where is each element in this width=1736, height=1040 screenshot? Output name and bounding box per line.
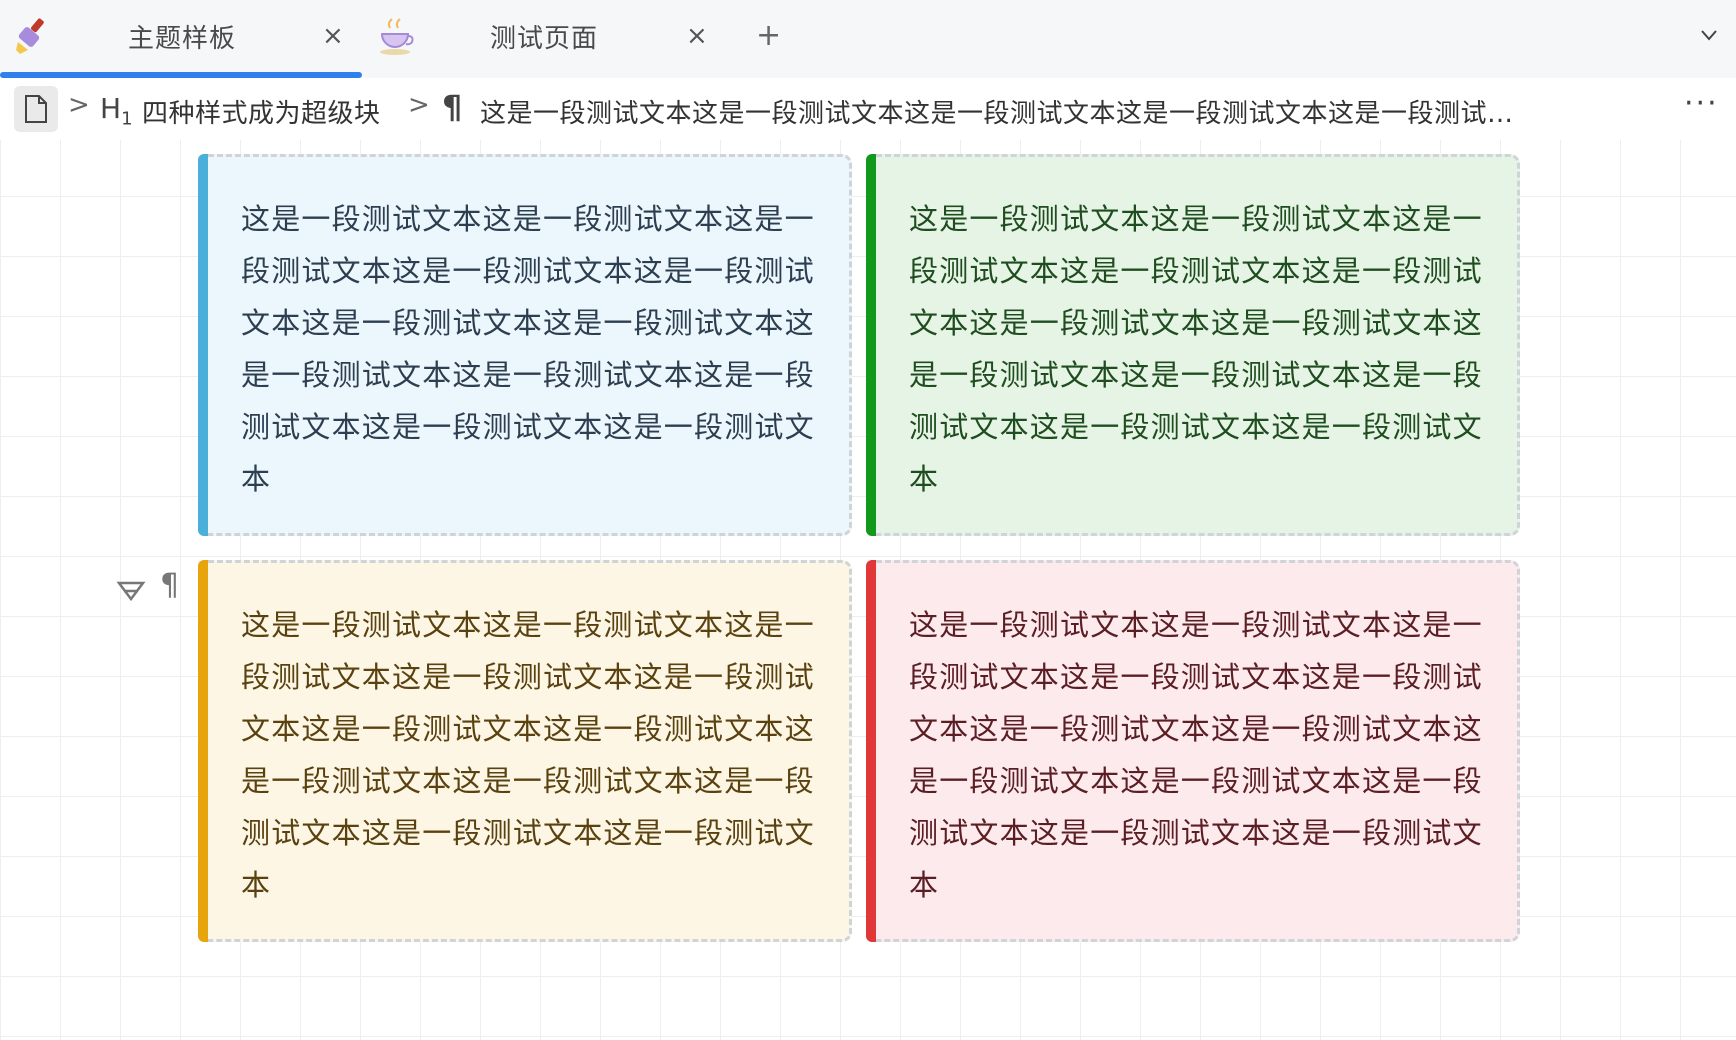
tab-test-page[interactable]: 测试页面 ×	[362, 0, 722, 78]
block-text[interactable]: 这是一段测试文本这是一段测试文本这是一段测试文本这是一段测试文本这是一段测试文本…	[241, 599, 819, 911]
document-button[interactable]	[14, 86, 58, 132]
chevron-down-icon[interactable]	[1698, 24, 1720, 46]
warning-callout-block[interactable]: 这是一段测试文本这是一段测试文本这是一段测试文本这是一段测试文本这是一段测试文本…	[198, 560, 852, 942]
tab-theme-sample[interactable]: 主题样板 ×	[0, 0, 362, 78]
breadcrumb: > H1 四种样式成为超级块 > ¶ 这是一段测试文本这是一段测试文本这是一段测…	[0, 78, 1736, 140]
block-text[interactable]: 这是一段测试文本这是一段测试文本这是一段测试文本这是一段测试文本这是一段测试文本…	[909, 193, 1487, 505]
breadcrumb-item-heading[interactable]: 四种样式成为超级块	[142, 93, 381, 130]
block-text[interactable]: 这是一段测试文本这是一段测试文本这是一段测试文本这是一段测试文本这是一段测试文本…	[909, 599, 1487, 911]
heading-marker: H1	[100, 92, 133, 130]
success-callout-block[interactable]: 这是一段测试文本这是一段测试文本这是一段测试文本这是一段测试文本这是一段测试文本…	[866, 154, 1520, 536]
teacup-icon	[376, 16, 416, 56]
error-callout-block[interactable]: 这是一段测试文本这是一段测试文本这是一段测试文本这是一段测试文本这是一段测试文本…	[866, 560, 1520, 942]
block-text[interactable]: 这是一段测试文本这是一段测试文本这是一段测试文本这是一段测试文本这是一段测试文本…	[241, 193, 819, 505]
paragraph-icon: ¶	[442, 88, 463, 126]
tab-close-button[interactable]: ×	[686, 20, 708, 52]
editor-canvas: ¶ 这是一段测试文本这是一段测试文本这是一段测试文本这是一段测试文本这是一段测试…	[0, 140, 1736, 1040]
breadcrumb-separator: >	[68, 90, 90, 120]
tab-title: 主题样板	[128, 24, 237, 54]
new-tab-button[interactable]: +	[756, 18, 781, 53]
super-block-icon[interactable]	[116, 578, 146, 613]
paragraph-icon[interactable]: ¶	[160, 568, 179, 603]
tab-bar: 主题样板 × 测试页面 × +	[0, 0, 1736, 78]
tab-title: 测试页面	[490, 24, 599, 54]
document-icon	[24, 94, 48, 128]
paintbrush-icon	[14, 16, 54, 56]
breadcrumb-separator: >	[408, 90, 430, 120]
breadcrumb-item-paragraph[interactable]: 这是一段测试文本这是一段测试文本这是一段测试文本这是一段测试文本这是一段测试…	[480, 93, 1514, 130]
info-callout-block[interactable]: 这是一段测试文本这是一段测试文本这是一段测试文本这是一段测试文本这是一段测试文本…	[198, 154, 852, 536]
tab-close-button[interactable]: ×	[322, 20, 344, 52]
more-icon[interactable]: ···	[1684, 86, 1719, 121]
